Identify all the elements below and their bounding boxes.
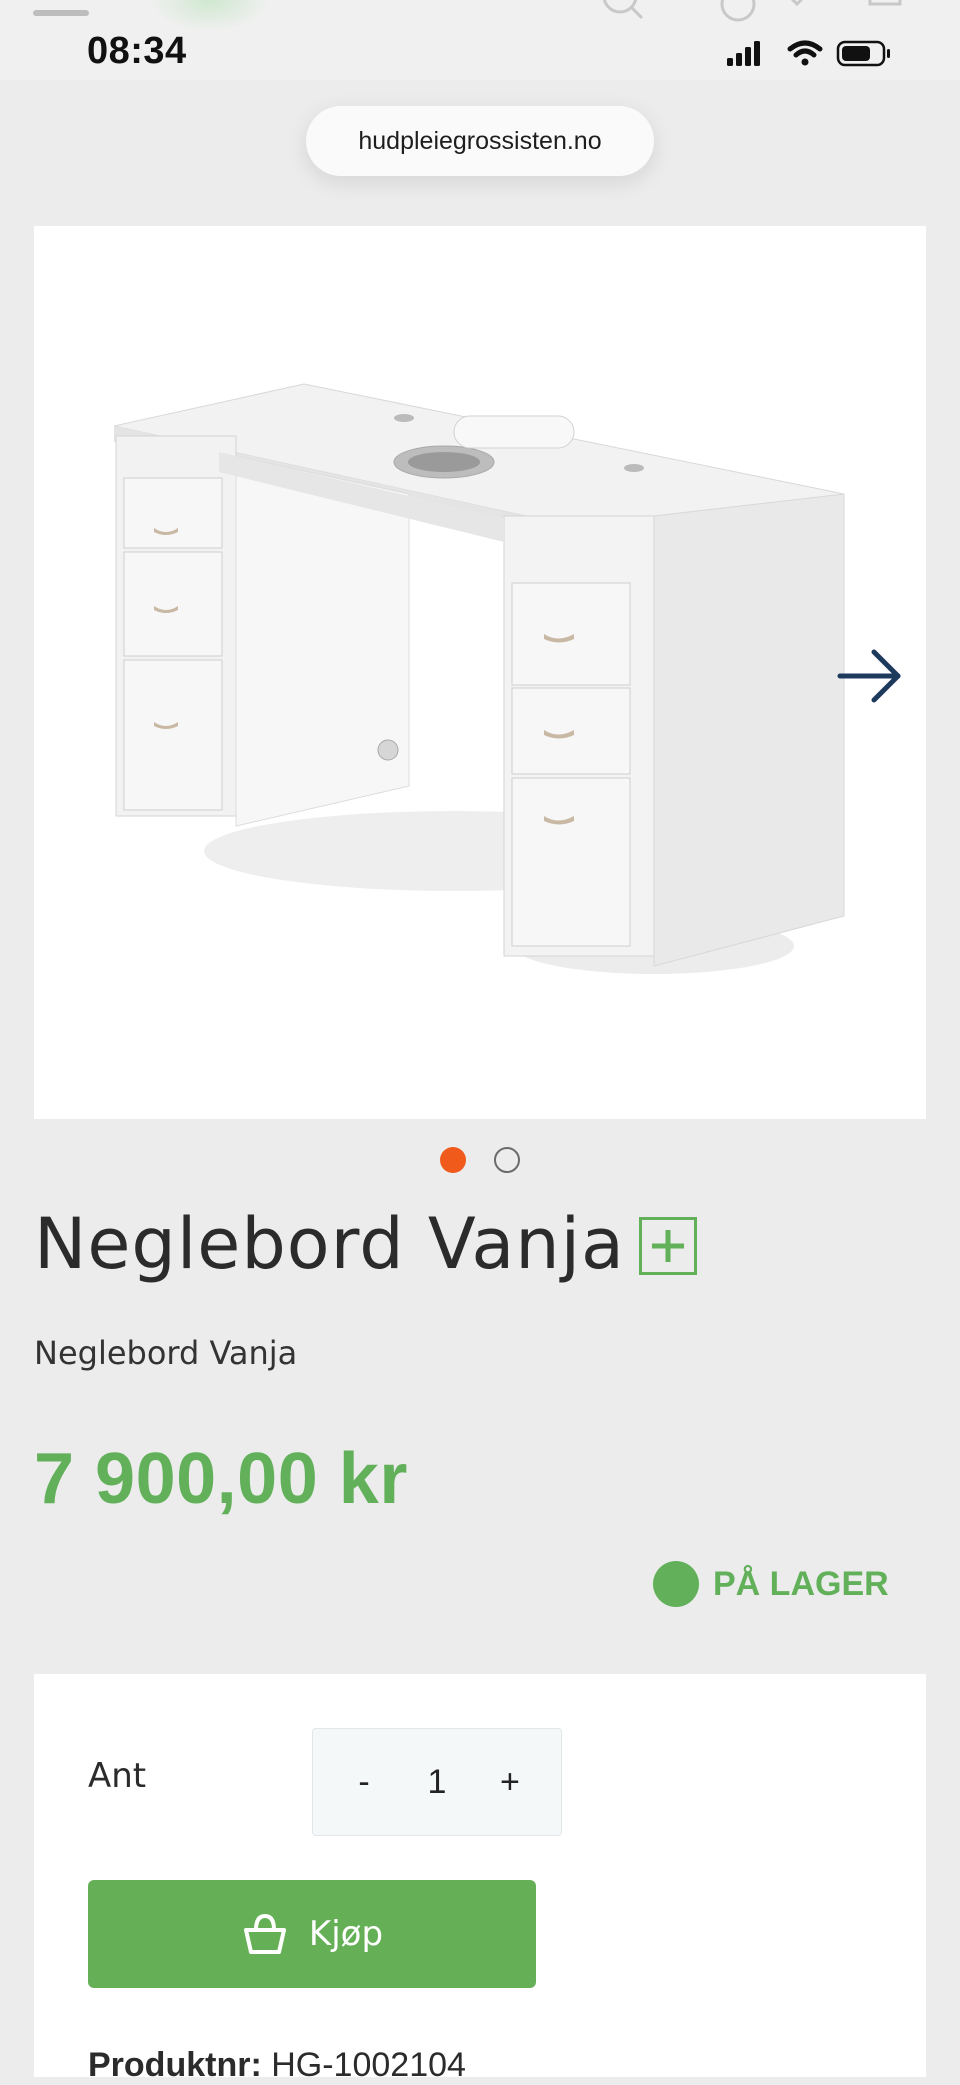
quantity-stepper: - 1 + (312, 1728, 562, 1836)
product-subtitle: Neglebord Vanja (34, 1334, 298, 1372)
expand-button[interactable] (638, 1217, 697, 1275)
quantity-label: Ant (88, 1756, 147, 1796)
decrement-button[interactable]: - (349, 1763, 379, 1802)
url-text: hudpleiegrossisten.no (358, 126, 602, 155)
purchase-card: Ant - 1 + Kjøp Produktnr: HG-1002104 (34, 1674, 926, 2084)
product-gallery[interactable] (34, 226, 926, 1119)
product-number-value: HG-1002104 (271, 2046, 466, 2084)
product-price: 7 900,00 kr (34, 1439, 408, 1519)
battery-icon (836, 40, 890, 67)
arrow-right-icon (837, 649, 901, 703)
buy-button-label: Kjøp (308, 1914, 384, 1954)
status-time: 08:34 (87, 30, 187, 72)
address-bar[interactable]: hudpleiegrossisten.no (306, 106, 654, 176)
stock-status: PÅ LAGER (653, 1560, 889, 1608)
cellular-signal-icon (727, 41, 760, 66)
wifi-icon (787, 40, 823, 66)
product-title: Neglebord Vanja (34, 1203, 625, 1285)
gallery-next-button[interactable] (830, 636, 910, 716)
product-number-label: Produktnr: (88, 2046, 262, 2084)
carousel-dot-1[interactable] (440, 1147, 466, 1173)
stock-status-label: PÅ LAGER (713, 1564, 889, 1603)
quantity-value[interactable]: 1 (428, 1763, 447, 1802)
carousel-indicators (0, 1145, 960, 1175)
plus-icon (651, 1230, 684, 1262)
basket-icon (243, 1913, 286, 1954)
product-image-nail-table (113, 383, 845, 974)
stock-indicator-icon (653, 1561, 699, 1607)
product-number: Produktnr: HG-1002104 (88, 2046, 466, 2085)
status-bar: 08:34 (0, 0, 960, 80)
system-icons (727, 40, 890, 67)
product-title-row: Neglebord Vanja (34, 1198, 697, 1290)
carousel-dot-2[interactable] (494, 1147, 520, 1173)
menu-icon (33, 10, 89, 16)
logo-leaf (150, 0, 270, 32)
header-icons-ghost (602, 0, 902, 22)
buy-button[interactable]: Kjøp (88, 1880, 536, 1988)
increment-button[interactable]: + (495, 1763, 525, 1802)
